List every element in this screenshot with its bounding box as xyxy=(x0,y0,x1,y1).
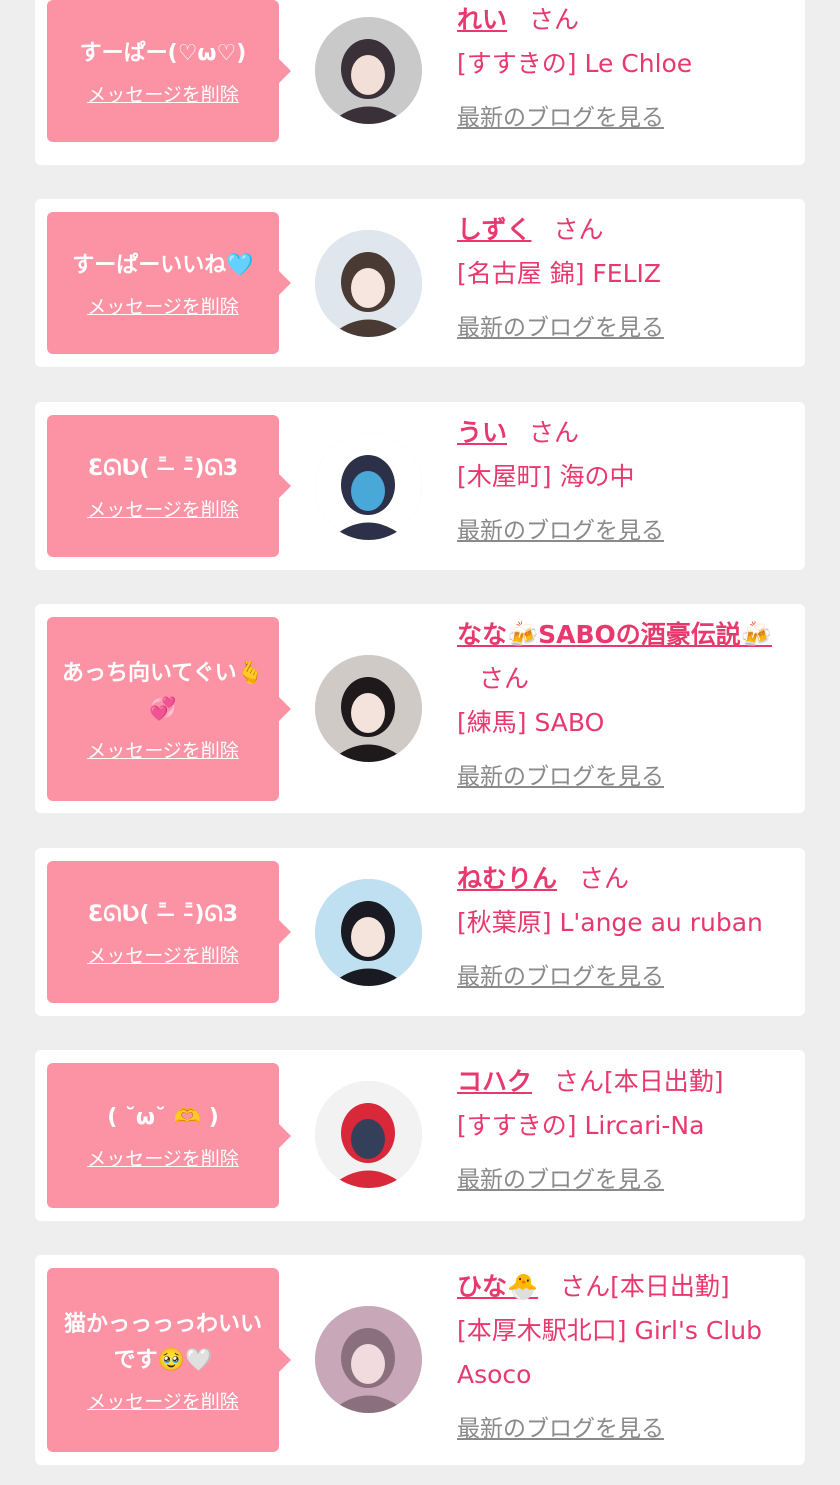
delete-message-link[interactable]: メッセージを削除 xyxy=(87,292,239,319)
delete-message-link[interactable]: メッセージを削除 xyxy=(87,80,239,107)
shop-name: [すすきの] Le Chloe xyxy=(457,49,693,78)
girl-name-link[interactable]: れい xyxy=(457,5,507,34)
message-bubble: すーぱー(♡ω♡) メッセージを削除 xyxy=(47,0,291,142)
name-line: しずく さん xyxy=(457,208,793,252)
name-line: うい さん xyxy=(457,411,793,455)
delete-message-link[interactable]: メッセージを削除 xyxy=(87,941,239,968)
status-badge: [本日出勤] xyxy=(604,1067,724,1096)
message-text: すーぱー(♡ω♡) xyxy=(79,40,247,66)
user-photo-avatar-icon xyxy=(315,1306,422,1413)
shop-name: [練馬] SABO xyxy=(457,708,605,737)
avatar[interactable] xyxy=(315,655,422,762)
message-text: 猫かっっっっわいいです🥹🤍 xyxy=(63,1311,262,1373)
message-bubble: あっち向いてぐい🫰💞 メッセージを削除 xyxy=(47,617,291,801)
delete-message-link[interactable]: メッセージを削除 xyxy=(87,1387,239,1414)
girl-name-link[interactable]: ねむりん xyxy=(457,864,557,893)
girl-info: れい さん [すすきの] Le Chloe 最新のブログを見る xyxy=(457,0,793,132)
avatar[interactable] xyxy=(315,879,422,986)
status-badge: [本日出勤] xyxy=(610,1272,730,1301)
girl-name-link[interactable]: うい xyxy=(457,418,507,447)
delete-message-link[interactable]: メッセージを削除 xyxy=(87,736,239,763)
message-text: ( ˘ω˘ 🫶 ) xyxy=(107,1105,219,1130)
girl-name-link[interactable]: しずく xyxy=(457,215,532,244)
message-text: ƐᘏƲ( ˭̵̵̵̵ ̵̵̵̵ ˭̵̵̵̵)ᘏ3 xyxy=(87,455,239,481)
name-line: ひな🐣 さん[本日出勤] xyxy=(457,1265,793,1309)
girl-name-link[interactable]: コハク xyxy=(457,1067,532,1096)
message-bubble: 猫かっっっっわいいです🥹🤍 メッセージを削除 xyxy=(47,1268,291,1452)
girl-info: ねむりん さん [秋葉原] L'ange au ruban 最新のブログを見る xyxy=(457,857,793,991)
user-photo-avatar-icon xyxy=(315,17,422,124)
honorific: さん xyxy=(479,664,530,693)
latest-blog-link[interactable]: 最新のブログを見る xyxy=(457,757,664,791)
honorific: さん xyxy=(579,864,630,893)
honorific: さん xyxy=(529,5,580,34)
message-text: ƐᘏƲ( ˭̵̵̵̵ ̵̵̵̵ ˭̵̵̵̵)ᘏ3 xyxy=(87,901,239,927)
message-bubble: ( ˘ω˘ 🫶 ) メッセージを削除 xyxy=(47,1063,291,1208)
name-line: コハク さん[本日出勤] xyxy=(457,1060,793,1104)
delete-message-link[interactable]: メッセージを削除 xyxy=(87,495,239,522)
message-card: すーぱーいいね🩵 メッセージを削除 しずく さん [名古屋 錦] FELIZ 最新… xyxy=(35,199,805,367)
message-card: あっち向いてぐい🫰💞 メッセージを削除 なな🍻SABOの酒豪伝説🍻 さん [練馬]… xyxy=(35,604,805,813)
delete-message-link[interactable]: メッセージを削除 xyxy=(87,1144,239,1171)
latest-blog-link[interactable]: 最新のブログを見る xyxy=(457,957,664,991)
honorific: さん xyxy=(554,1067,605,1096)
shop-name: [名古屋 錦] FELIZ xyxy=(457,259,662,288)
message-bubble: ƐᘏƲ( ˭̵̵̵̵ ̵̵̵̵ ˭̵̵̵̵)ᘏ3 メッセージを削除 xyxy=(47,861,291,1003)
message-card: ƐᘏƲ( ˭̵̵̵̵ ̵̵̵̵ ˭̵̵̵̵)ᘏ3 メッセージを削除 ねむりん さん… xyxy=(35,848,805,1016)
user-photo-avatar-icon xyxy=(315,433,422,540)
avatar[interactable] xyxy=(315,1306,422,1413)
user-photo-avatar-icon xyxy=(315,655,422,762)
user-photo-avatar-icon xyxy=(315,879,422,986)
girl-name-link[interactable]: なな🍻SABOの酒豪伝説🍻 xyxy=(457,620,772,649)
message-card: 猫かっっっっわいいです🥹🤍 メッセージを削除 ひな🐣 さん[本日出勤] [本厚木駅… xyxy=(35,1255,805,1465)
avatar[interactable] xyxy=(315,17,422,124)
message-card: すーぱー(♡ω♡) メッセージを削除 れい さん [すすきの] Le Chloe … xyxy=(35,0,805,165)
avatar[interactable] xyxy=(315,230,422,337)
girl-name-link[interactable]: ひな🐣 xyxy=(457,1272,538,1301)
message-bubble: ƐᘏƲ( ˭̵̵̵̵ ̵̵̵̵ ˭̵̵̵̵)ᘏ3 メッセージを削除 xyxy=(47,415,291,557)
avatar[interactable] xyxy=(315,1081,422,1188)
user-photo-avatar-icon xyxy=(315,1081,422,1188)
name-line: れい さん xyxy=(457,0,793,42)
avatar[interactable] xyxy=(315,433,422,540)
latest-blog-link[interactable]: 最新のブログを見る xyxy=(457,98,664,132)
shop-name: [木屋町] 海の中 xyxy=(457,462,635,491)
shop-name: [秋葉原] L'ange au ruban xyxy=(457,908,763,937)
girl-info: うい さん [木屋町] 海の中 最新のブログを見る xyxy=(457,411,793,545)
message-bubble: すーぱーいいね🩵 メッセージを削除 xyxy=(47,212,291,354)
name-line: ねむりん さん xyxy=(457,857,793,901)
honorific: さん xyxy=(553,215,604,244)
shop-name: [本厚木駅北口] Girl's Club Asoco xyxy=(457,1316,762,1389)
honorific: さん xyxy=(529,418,580,447)
latest-blog-link[interactable]: 最新のブログを見る xyxy=(457,308,664,342)
honorific: さん xyxy=(560,1272,611,1301)
user-photo-avatar-icon xyxy=(315,230,422,337)
message-text: あっち向いてぐい🫰💞 xyxy=(61,660,265,722)
girl-info: ひな🐣 さん[本日出勤] [本厚木駅北口] Girl's Club Asoco 最… xyxy=(457,1265,793,1443)
shop-name: [すすきの] Lircari-Na xyxy=(457,1111,705,1140)
message-text: すーぱーいいね🩵 xyxy=(72,252,254,278)
message-list: すーぱー(♡ω♡) メッセージを削除 れい さん [すすきの] Le Chloe … xyxy=(0,0,840,1485)
latest-blog-link[interactable]: 最新のブログを見る xyxy=(457,1409,664,1443)
girl-info: なな🍻SABOの酒豪伝説🍻 さん [練馬] SABO 最新のブログを見る xyxy=(457,613,793,791)
girl-info: コハク さん[本日出勤] [すすきの] Lircari-Na 最新のブログを見る xyxy=(457,1060,793,1194)
name-line: なな🍻SABOの酒豪伝説🍻 さん xyxy=(457,613,793,701)
latest-blog-link[interactable]: 最新のブログを見る xyxy=(457,1160,664,1194)
latest-blog-link[interactable]: 最新のブログを見る xyxy=(457,511,664,545)
girl-info: しずく さん [名古屋 錦] FELIZ 最新のブログを見る xyxy=(457,208,793,342)
message-card: ƐᘏƲ( ˭̵̵̵̵ ̵̵̵̵ ˭̵̵̵̵)ᘏ3 メッセージを削除 うい さん [… xyxy=(35,402,805,570)
message-card: ( ˘ω˘ 🫶 ) メッセージを削除 コハク さん[本日出勤] [すすきの] Li… xyxy=(35,1050,805,1221)
